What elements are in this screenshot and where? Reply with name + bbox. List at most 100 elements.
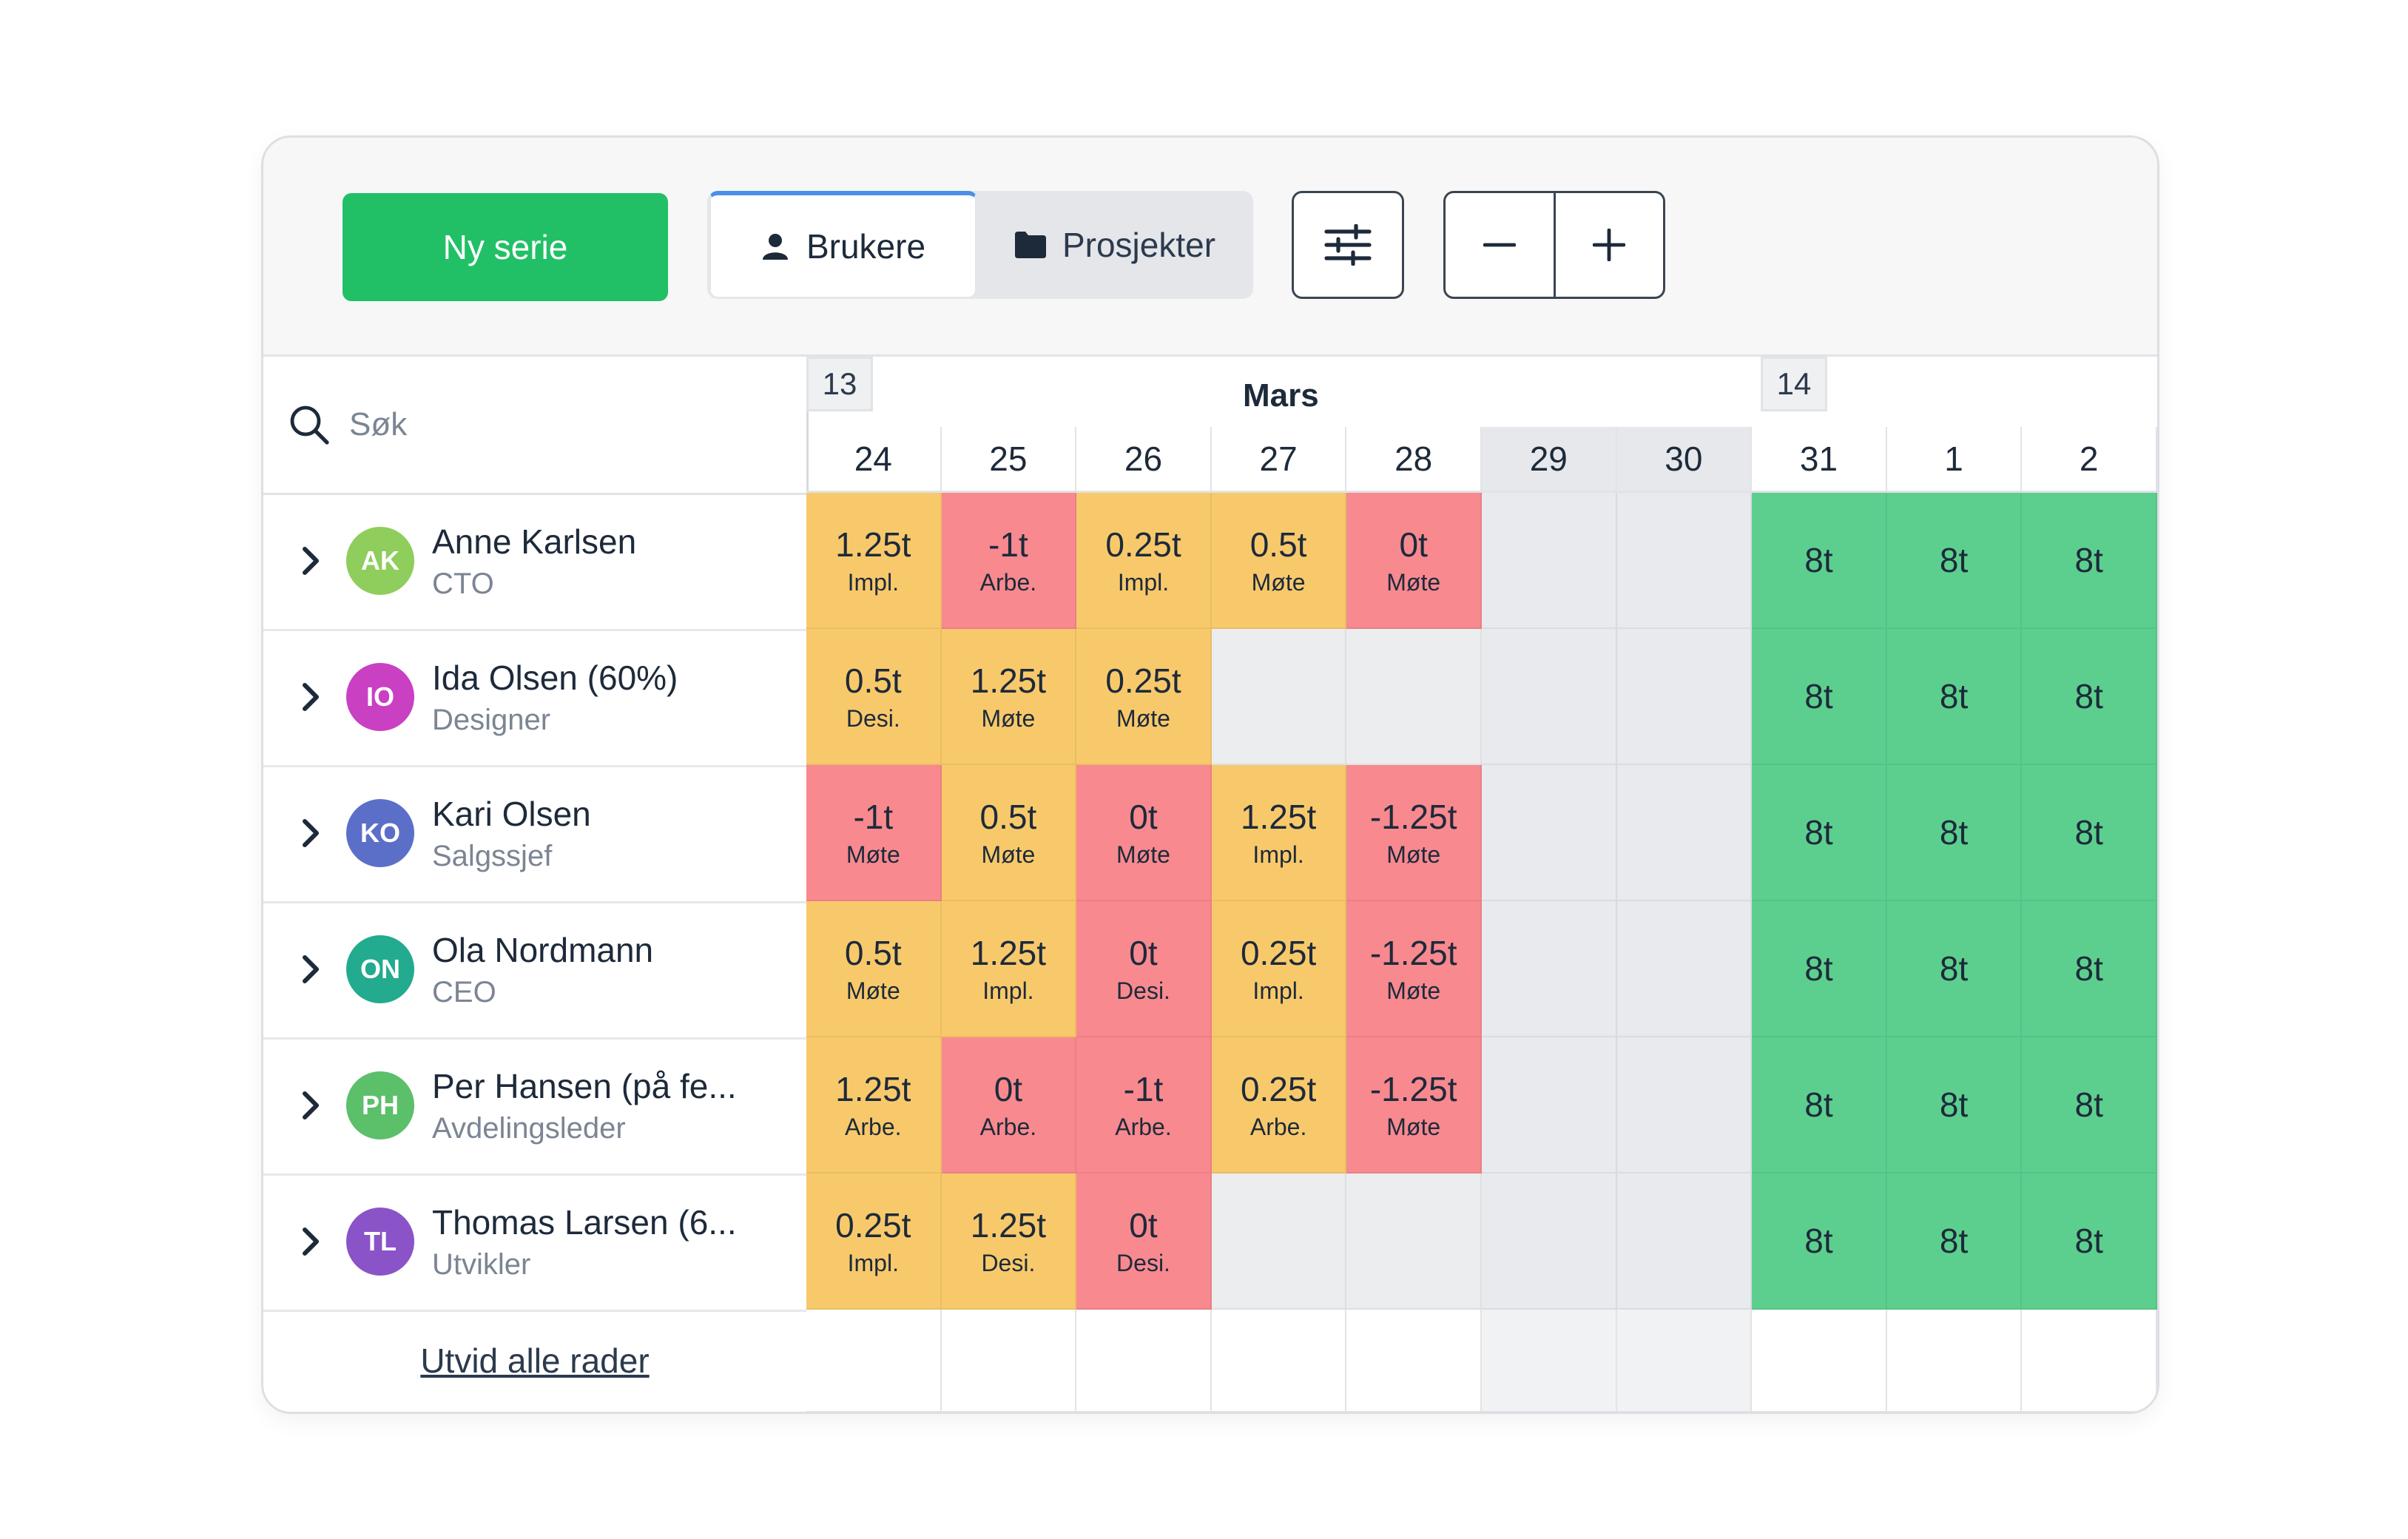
schedule-cell[interactable]: 8t bbox=[2022, 765, 2157, 901]
schedule-cell[interactable]: 8t bbox=[2022, 1037, 2157, 1173]
expand-all-link[interactable]: Utvid alle rader bbox=[263, 1309, 806, 1412]
chevron-right-icon[interactable] bbox=[296, 954, 326, 984]
person-row[interactable]: PH Per Hansen (på fe... Avdelingsleder bbox=[263, 1037, 806, 1176]
schedule-cell[interactable]: 8t bbox=[1752, 901, 1887, 1037]
schedule-cell[interactable]: -1.25t Møte bbox=[1346, 765, 1482, 901]
schedule-cell[interactable]: 0t Arbe. bbox=[941, 1037, 1077, 1173]
cell-hours: 8t bbox=[1939, 949, 1969, 988]
chevron-right-icon[interactable] bbox=[296, 818, 326, 848]
avatar: PH bbox=[346, 1071, 414, 1139]
schedule-cell[interactable]: 0.25t Impl. bbox=[806, 1173, 942, 1310]
schedule-cell[interactable] bbox=[1616, 1173, 1753, 1310]
chevron-right-icon[interactable] bbox=[296, 1227, 326, 1256]
folder-icon bbox=[1014, 232, 1046, 258]
person-row[interactable]: AK Anne Karlsen CTO bbox=[263, 493, 806, 631]
schedule-cell[interactable]: 8t bbox=[1886, 1037, 2023, 1173]
schedule-cell[interactable] bbox=[1482, 1173, 1617, 1310]
schedule-cell[interactable]: 0.25t Møte bbox=[1076, 629, 1212, 765]
schedule-cell[interactable]: 8t bbox=[2022, 629, 2157, 765]
cell-task: Impl. bbox=[847, 1249, 899, 1276]
schedule-cell[interactable] bbox=[1346, 629, 1482, 765]
cell-task: Desi. bbox=[1116, 1249, 1170, 1276]
schedule-cell[interactable]: 0.5t Møte bbox=[806, 901, 942, 1037]
schedule-cell[interactable]: 0.5t Desi. bbox=[806, 629, 942, 765]
schedule-cell[interactable]: 0t Møte bbox=[1076, 765, 1212, 901]
sliders-icon bbox=[1324, 224, 1372, 266]
cell-hours: 8t bbox=[1804, 949, 1833, 988]
schedule-cell[interactable]: 0.25t Impl. bbox=[1076, 493, 1212, 629]
schedule-cell[interactable]: 0.25t Impl. bbox=[1211, 901, 1347, 1037]
schedule-cell[interactable]: 1.25t Arbe. bbox=[806, 1037, 942, 1173]
filter-button[interactable] bbox=[1292, 191, 1404, 299]
schedule-cell[interactable] bbox=[1616, 901, 1753, 1037]
schedule-cell[interactable]: 8t bbox=[2022, 901, 2157, 1037]
schedule-cell[interactable]: 8t bbox=[1886, 765, 2023, 901]
schedule-cell[interactable]: 0t Desi. bbox=[1076, 901, 1212, 1037]
schedule-cell[interactable] bbox=[1616, 493, 1753, 629]
schedule-cell[interactable]: 8t bbox=[1752, 629, 1887, 765]
zoom-in-button[interactable] bbox=[1556, 193, 1664, 297]
schedule-cell[interactable]: 0t Møte bbox=[1346, 493, 1482, 629]
person-info: Kari Olsen Salgssjef bbox=[432, 794, 591, 873]
schedule-cell[interactable] bbox=[1482, 1037, 1617, 1173]
schedule-cell[interactable] bbox=[1211, 629, 1347, 765]
person-row[interactable]: KO Kari Olsen Salgssjef bbox=[263, 765, 806, 903]
schedule-cell[interactable]: 1.25t Impl. bbox=[1211, 765, 1347, 901]
new-series-button[interactable]: Ny serie bbox=[343, 193, 668, 301]
avatar: IO bbox=[346, 663, 414, 731]
schedule-cell[interactable]: -1t Arbe. bbox=[1076, 1037, 1212, 1173]
schedule-cell[interactable]: 0.25t Arbe. bbox=[1211, 1037, 1347, 1173]
tab-projects[interactable]: Prosjekter bbox=[977, 191, 1253, 299]
cell-hours: 1.25t bbox=[970, 661, 1047, 700]
schedule-cell[interactable]: -1t Møte bbox=[806, 765, 942, 901]
person-row[interactable]: TL Thomas Larsen (6... Utvikler bbox=[263, 1173, 806, 1312]
schedule-cell[interactable]: 1.25t Møte bbox=[941, 629, 1077, 765]
schedule-cell[interactable]: 0t Desi. bbox=[1076, 1173, 1212, 1310]
schedule-cell[interactable]: 1.25t Impl. bbox=[941, 901, 1077, 1037]
empty-cell bbox=[1211, 1310, 1347, 1412]
cell-hours: 0.5t bbox=[979, 797, 1037, 836]
schedule-cell[interactable]: 8t bbox=[1886, 901, 2023, 1037]
tab-users[interactable]: Brukere bbox=[709, 191, 977, 299]
zoom-out-button[interactable] bbox=[1446, 193, 1556, 297]
schedule-cell[interactable] bbox=[1616, 765, 1753, 901]
chevron-right-icon[interactable] bbox=[296, 546, 326, 576]
chevron-right-icon[interactable] bbox=[296, 682, 326, 712]
schedule-cell[interactable]: 8t bbox=[1886, 1173, 2023, 1310]
day-header: 27 bbox=[1211, 427, 1347, 493]
week-number: 13 bbox=[806, 357, 873, 411]
schedule-cell[interactable] bbox=[1482, 901, 1617, 1037]
avatar: AK bbox=[346, 527, 414, 595]
schedule-cell[interactable]: 1.25t Impl. bbox=[806, 493, 942, 629]
schedule-cell[interactable]: 8t bbox=[2022, 493, 2157, 629]
search-bar[interactable]: Søk bbox=[263, 357, 806, 495]
person-row[interactable]: IO Ida Olsen (60%) Designer bbox=[263, 629, 806, 767]
schedule-cell[interactable]: 8t bbox=[1886, 493, 2023, 629]
schedule-cell[interactable]: -1.25t Møte bbox=[1346, 901, 1482, 1037]
schedule-cell[interactable]: 8t bbox=[1752, 1173, 1887, 1310]
schedule-cell[interactable] bbox=[1211, 1173, 1347, 1310]
search-input[interactable]: Søk bbox=[349, 406, 407, 443]
cell-hours: 8t bbox=[2074, 813, 2103, 852]
person-row[interactable]: ON Ola Nordmann CEO bbox=[263, 901, 806, 1040]
schedule-cell[interactable] bbox=[1616, 629, 1753, 765]
cell-hours: 0.25t bbox=[1105, 661, 1181, 700]
schedule-cell[interactable] bbox=[1482, 629, 1617, 765]
schedule-cell[interactable] bbox=[1346, 1173, 1482, 1310]
schedule-cell[interactable]: 8t bbox=[1886, 629, 2023, 765]
schedule-cell[interactable]: 0.5t Møte bbox=[1211, 493, 1347, 629]
schedule-cell[interactable]: 8t bbox=[1752, 1037, 1887, 1173]
schedule-cell[interactable]: 8t bbox=[1752, 765, 1887, 901]
schedule-cell[interactable] bbox=[1482, 493, 1617, 629]
schedule-cell[interactable]: 1.25t Desi. bbox=[941, 1173, 1077, 1310]
schedule-cell[interactable]: -1.25t Møte bbox=[1346, 1037, 1482, 1173]
schedule-cell[interactable]: 8t bbox=[2022, 1173, 2157, 1310]
schedule-cell[interactable]: 8t bbox=[1752, 493, 1887, 629]
day-header: 25 bbox=[941, 427, 1077, 493]
zoom-control bbox=[1443, 191, 1665, 299]
chevron-right-icon[interactable] bbox=[296, 1091, 326, 1120]
schedule-cell[interactable]: 0.5t Møte bbox=[941, 765, 1077, 901]
schedule-cell[interactable] bbox=[1616, 1037, 1753, 1173]
schedule-cell[interactable] bbox=[1482, 765, 1617, 901]
schedule-cell[interactable]: -1t Arbe. bbox=[941, 493, 1077, 629]
